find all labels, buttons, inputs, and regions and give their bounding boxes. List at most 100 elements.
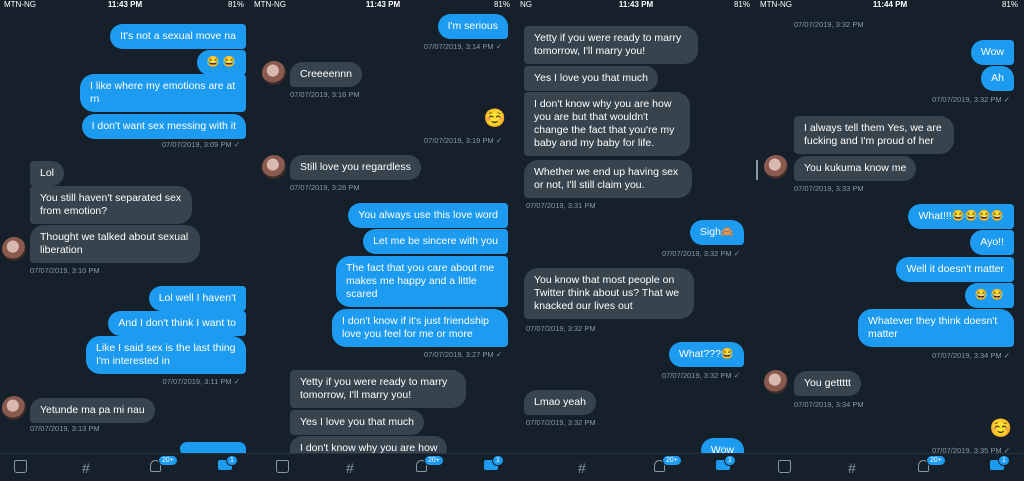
message-bubble[interactable]: Let me be sincere with you <box>363 229 508 254</box>
timestamp: 07/07/2019, 3:32 PM ✓ <box>931 95 1010 104</box>
timestamp: 07/07/2019, 3:33 PM <box>794 184 864 193</box>
message-bubble[interactable]: Creeeennn <box>290 62 362 87</box>
messages-tab[interactable]: 1 <box>990 455 1010 470</box>
message-bubble[interactable]: Wow <box>970 40 1014 65</box>
explore-tab[interactable]: # <box>848 460 856 476</box>
home-icon <box>276 460 289 473</box>
message-bubble[interactable]: You know that most people on Twitter thi… <box>524 268 694 319</box>
explore-tab[interactable]: # <box>578 460 586 476</box>
notification-badge: 20+ <box>662 455 682 466</box>
message-bubble[interactable]: Ah <box>981 66 1014 91</box>
message-text: Yetty if you were ready to marry tomorro… <box>534 32 682 57</box>
clock: 11:43 PM <box>365 0 401 9</box>
timestamp: 07/07/2019, 3:32 PM <box>526 324 596 333</box>
message-text: Thought we talked about sexual liberatio… <box>40 231 189 256</box>
message-bubble[interactable]: I don't know why you are how you are but… <box>524 92 690 156</box>
message-bubble[interactable]: Yetty if you were ready to marry tomorro… <box>524 26 698 64</box>
avatar[interactable] <box>764 155 788 179</box>
message-bubble[interactable]: Yes I love you that much <box>290 410 425 435</box>
timestamp: 07/07/2019, 3:11 PM ✓ <box>162 377 240 386</box>
message-bubble[interactable]: I don't want sex messing with it <box>81 114 246 139</box>
message-badge: 1 <box>998 455 1010 466</box>
messages-tab[interactable]: 1 <box>218 455 238 470</box>
message-bubble[interactable]: Whatever they think doesn't matter <box>858 309 1014 347</box>
status-bar: MTN-NG 11:43 PM 81% <box>0 0 250 10</box>
home-icon <box>14 460 27 473</box>
message-bubble[interactable]: It's not a sexual move na <box>110 24 246 49</box>
battery-label: 81% <box>1001 0 1018 9</box>
timestamp: 07/07/2019, 3:14 PM ✓ <box>423 42 502 51</box>
hashtag-icon: # <box>346 460 354 476</box>
message-bubble[interactable]: Lol well I haven't <box>148 286 246 311</box>
message-bubble[interactable]: Like I said sex is the last thing I'm in… <box>86 336 246 374</box>
hashtag-icon: # <box>848 460 856 476</box>
notifications-tab[interactable]: 20+ <box>654 455 682 472</box>
avatar[interactable] <box>2 237 26 261</box>
notifications-tab[interactable]: 20+ <box>918 455 946 472</box>
timestamp: 07/07/2019, 3:27 PM ✓ <box>423 350 502 359</box>
message-bubble[interactable]: You still haven't separated sex from emo… <box>30 186 192 224</box>
message-bubble[interactable]: And I don't think I want to <box>108 311 246 336</box>
home-icon <box>778 460 791 473</box>
chat-panel-2: MTN-NG 11:43 PM 81% I'm serious 07/07/20… <box>250 0 516 481</box>
message-bubble[interactable]: Sigh🙈 <box>689 220 744 245</box>
smile-emoji[interactable]: ☺️ <box>990 418 1012 439</box>
message-bubble[interactable]: I don't know if it's just friendship lov… <box>332 309 508 347</box>
timestamp: 07/07/2019, 3:26 PM <box>290 183 360 192</box>
timestamp: 07/07/2019, 3:32 PM <box>794 20 864 29</box>
avatar[interactable] <box>2 396 26 420</box>
clock: 11:44 PM <box>872 0 908 9</box>
chat-panel-1: MTN-NG 11:43 PM 81% It's not a sexual mo… <box>0 0 250 481</box>
smile-emoji[interactable]: ☺️ <box>484 108 506 129</box>
message-bubble[interactable]: The fact that you care about me makes me… <box>336 256 508 307</box>
message-bubble[interactable]: 😂 😂 <box>964 283 1014 308</box>
message-text: I don't know if it's just friendship lov… <box>342 315 489 340</box>
message-bubble[interactable]: What!!!😂😂😂😂 <box>908 204 1014 229</box>
message-text: I like where my emotions are at rn <box>90 80 236 105</box>
message-badge: 1 <box>492 455 504 466</box>
message-bubble[interactable]: Thought we talked about sexual liberatio… <box>30 225 200 263</box>
message-bubble[interactable]: You always use this love word <box>348 203 508 228</box>
message-bubble[interactable]: Yetunde ma pa mi nau <box>30 398 155 423</box>
explore-tab[interactable]: # <box>82 460 90 476</box>
timestamp: 07/07/2019, 3:13 PM <box>30 424 100 433</box>
home-tab[interactable] <box>14 460 27 473</box>
message-text: I always tell them Yes, we are fucking a… <box>804 122 942 147</box>
message-bubble[interactable]: Yetty if you were ready to marry tomorro… <box>290 370 466 408</box>
scroll-indicator[interactable] <box>756 160 758 180</box>
message-text: Yetty if you were ready to marry tomorro… <box>300 376 448 401</box>
message-bubble[interactable]: You kukuma know me <box>794 156 917 181</box>
message-bubble[interactable]: Well it doesn't matter <box>896 257 1014 282</box>
avatar[interactable] <box>262 155 286 179</box>
notifications-tab[interactable]: 20+ <box>150 455 178 472</box>
message-bubble[interactable]: Ayo!! <box>970 230 1014 255</box>
timestamp: 07/07/2019, 3:10 PM <box>30 266 100 275</box>
message-bubble[interactable]: What???😂 <box>668 342 744 367</box>
explore-tab[interactable]: # <box>346 460 354 476</box>
message-bubble[interactable]: I always tell them Yes, we are fucking a… <box>794 116 954 154</box>
notifications-tab[interactable]: 20+ <box>416 455 444 472</box>
avatar[interactable] <box>262 61 286 85</box>
messages-tab[interactable]: 1 <box>716 455 736 470</box>
battery-label: 81% <box>493 0 510 9</box>
clock: 11:43 PM <box>618 0 654 9</box>
message-bubble[interactable]: Lol <box>30 161 65 186</box>
message-bubble[interactable]: Lmao yeah <box>524 390 596 415</box>
message-bubble[interactable]: I'm serious <box>437 14 508 39</box>
hashtag-icon: # <box>82 460 90 476</box>
message-bubble[interactable]: I like where my emotions are at rn <box>80 74 246 112</box>
status-bar: MTN-NG 11:44 PM 81% <box>756 0 1024 10</box>
avatar[interactable] <box>764 370 788 394</box>
message-bubble[interactable]: Still love you regardless <box>290 155 421 180</box>
status-bar: MTN-NG 11:43 PM 81% <box>250 0 516 10</box>
message-bubble[interactable]: Whether we end up having sex or not, I'l… <box>524 160 692 198</box>
message-bubble[interactable]: Yes I love you that much <box>524 66 659 91</box>
home-tab[interactable] <box>778 460 791 473</box>
timestamp: 07/07/2019, 3:34 PM <box>794 400 864 409</box>
message-text: Whatever they think doesn't matter <box>868 315 998 340</box>
message-badge: 1 <box>226 455 238 466</box>
home-tab[interactable] <box>276 460 289 473</box>
message-bubble[interactable]: 😂 😂 <box>196 50 246 75</box>
messages-tab[interactable]: 1 <box>484 455 504 470</box>
message-bubble[interactable]: You gettttt <box>794 371 861 396</box>
